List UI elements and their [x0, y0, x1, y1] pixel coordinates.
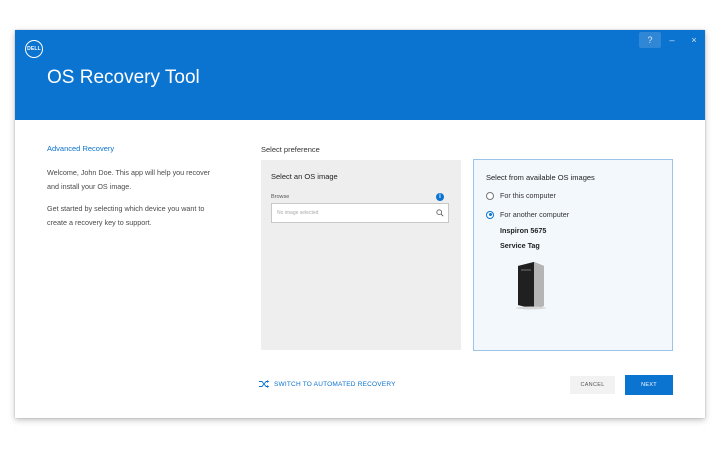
browse-placeholder: No image selected — [277, 210, 319, 216]
dell-logo: DELL — [25, 40, 43, 58]
available-images-title: Select from available OS images — [486, 173, 595, 182]
available-images-panel[interactable]: Select from available OS images For this… — [473, 159, 673, 351]
minimize-button[interactable]: – — [661, 32, 683, 48]
os-image-panel[interactable]: Select an OS image Browse i No image sel… — [261, 160, 461, 350]
os-image-panel-title: Select an OS image — [271, 172, 338, 181]
radio-another-computer-label: For another computer — [500, 210, 570, 219]
help-button[interactable]: ? — [639, 32, 661, 48]
switch-automated-label: SWITCH TO AUTOMATED RECOVERY — [274, 380, 396, 388]
cancel-button[interactable]: CANCEL — [570, 376, 615, 394]
sidebar: Advanced Recovery Welcome, John Doe. Thi… — [47, 144, 217, 238]
sidebar-heading: Advanced Recovery — [47, 144, 115, 153]
app-window: DELL OS Recovery Tool ? – × Advanced Rec… — [15, 30, 705, 418]
welcome-text: Welcome, John Doe. This app will help yo… — [47, 168, 211, 191]
radio-this-computer[interactable]: For this computer — [486, 191, 556, 200]
radio-this-computer-label: For this computer — [500, 191, 556, 200]
browse-input[interactable]: No image selected — [271, 203, 449, 223]
close-button[interactable]: × — [683, 32, 705, 48]
shuffle-icon — [259, 380, 269, 388]
preference-label: Select preference — [261, 145, 320, 154]
info-icon[interactable]: i — [436, 193, 444, 201]
switch-automated-link[interactable]: SWITCH TO AUTOMATED RECOVERY — [259, 380, 396, 388]
radio-another-computer[interactable]: For another computer — [486, 210, 569, 219]
browse-label: Browse — [271, 194, 290, 200]
service-tag: Service Tag — [500, 241, 540, 250]
radio-checked-icon[interactable] — [486, 210, 494, 219]
computer-model: Inspiron 5675 — [500, 226, 547, 235]
desktop-tower-image — [516, 262, 546, 310]
instructions-text: Get started by selecting which device yo… — [47, 204, 205, 227]
search-icon[interactable] — [436, 209, 444, 217]
app-header: DELL OS Recovery Tool ? – × — [15, 30, 705, 120]
app-title: OS Recovery Tool — [47, 67, 200, 88]
window-controls: ? – × — [639, 32, 705, 48]
radio-unchecked-icon[interactable] — [486, 191, 494, 200]
next-button[interactable]: NEXT — [625, 375, 673, 395]
